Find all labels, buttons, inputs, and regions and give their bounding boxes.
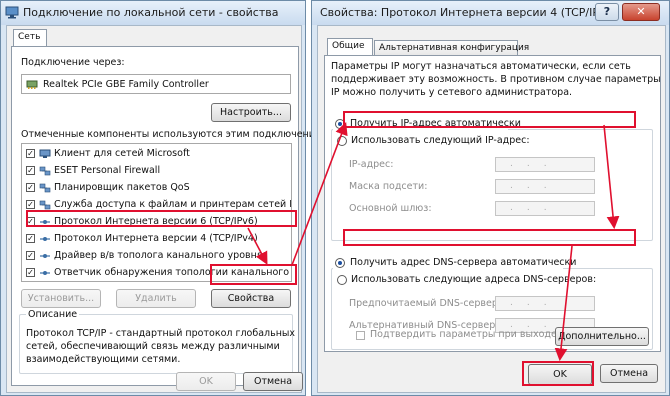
- arrow-ipv4-to-properties: [247, 227, 268, 265]
- arrow-ip-auto-to-dns-auto: [603, 124, 620, 230]
- arrow-dns-auto-to-ok: [554, 245, 573, 362]
- arrow-properties-to-ip-auto: [291, 122, 348, 266]
- annotation-arrows: [247, 122, 620, 362]
